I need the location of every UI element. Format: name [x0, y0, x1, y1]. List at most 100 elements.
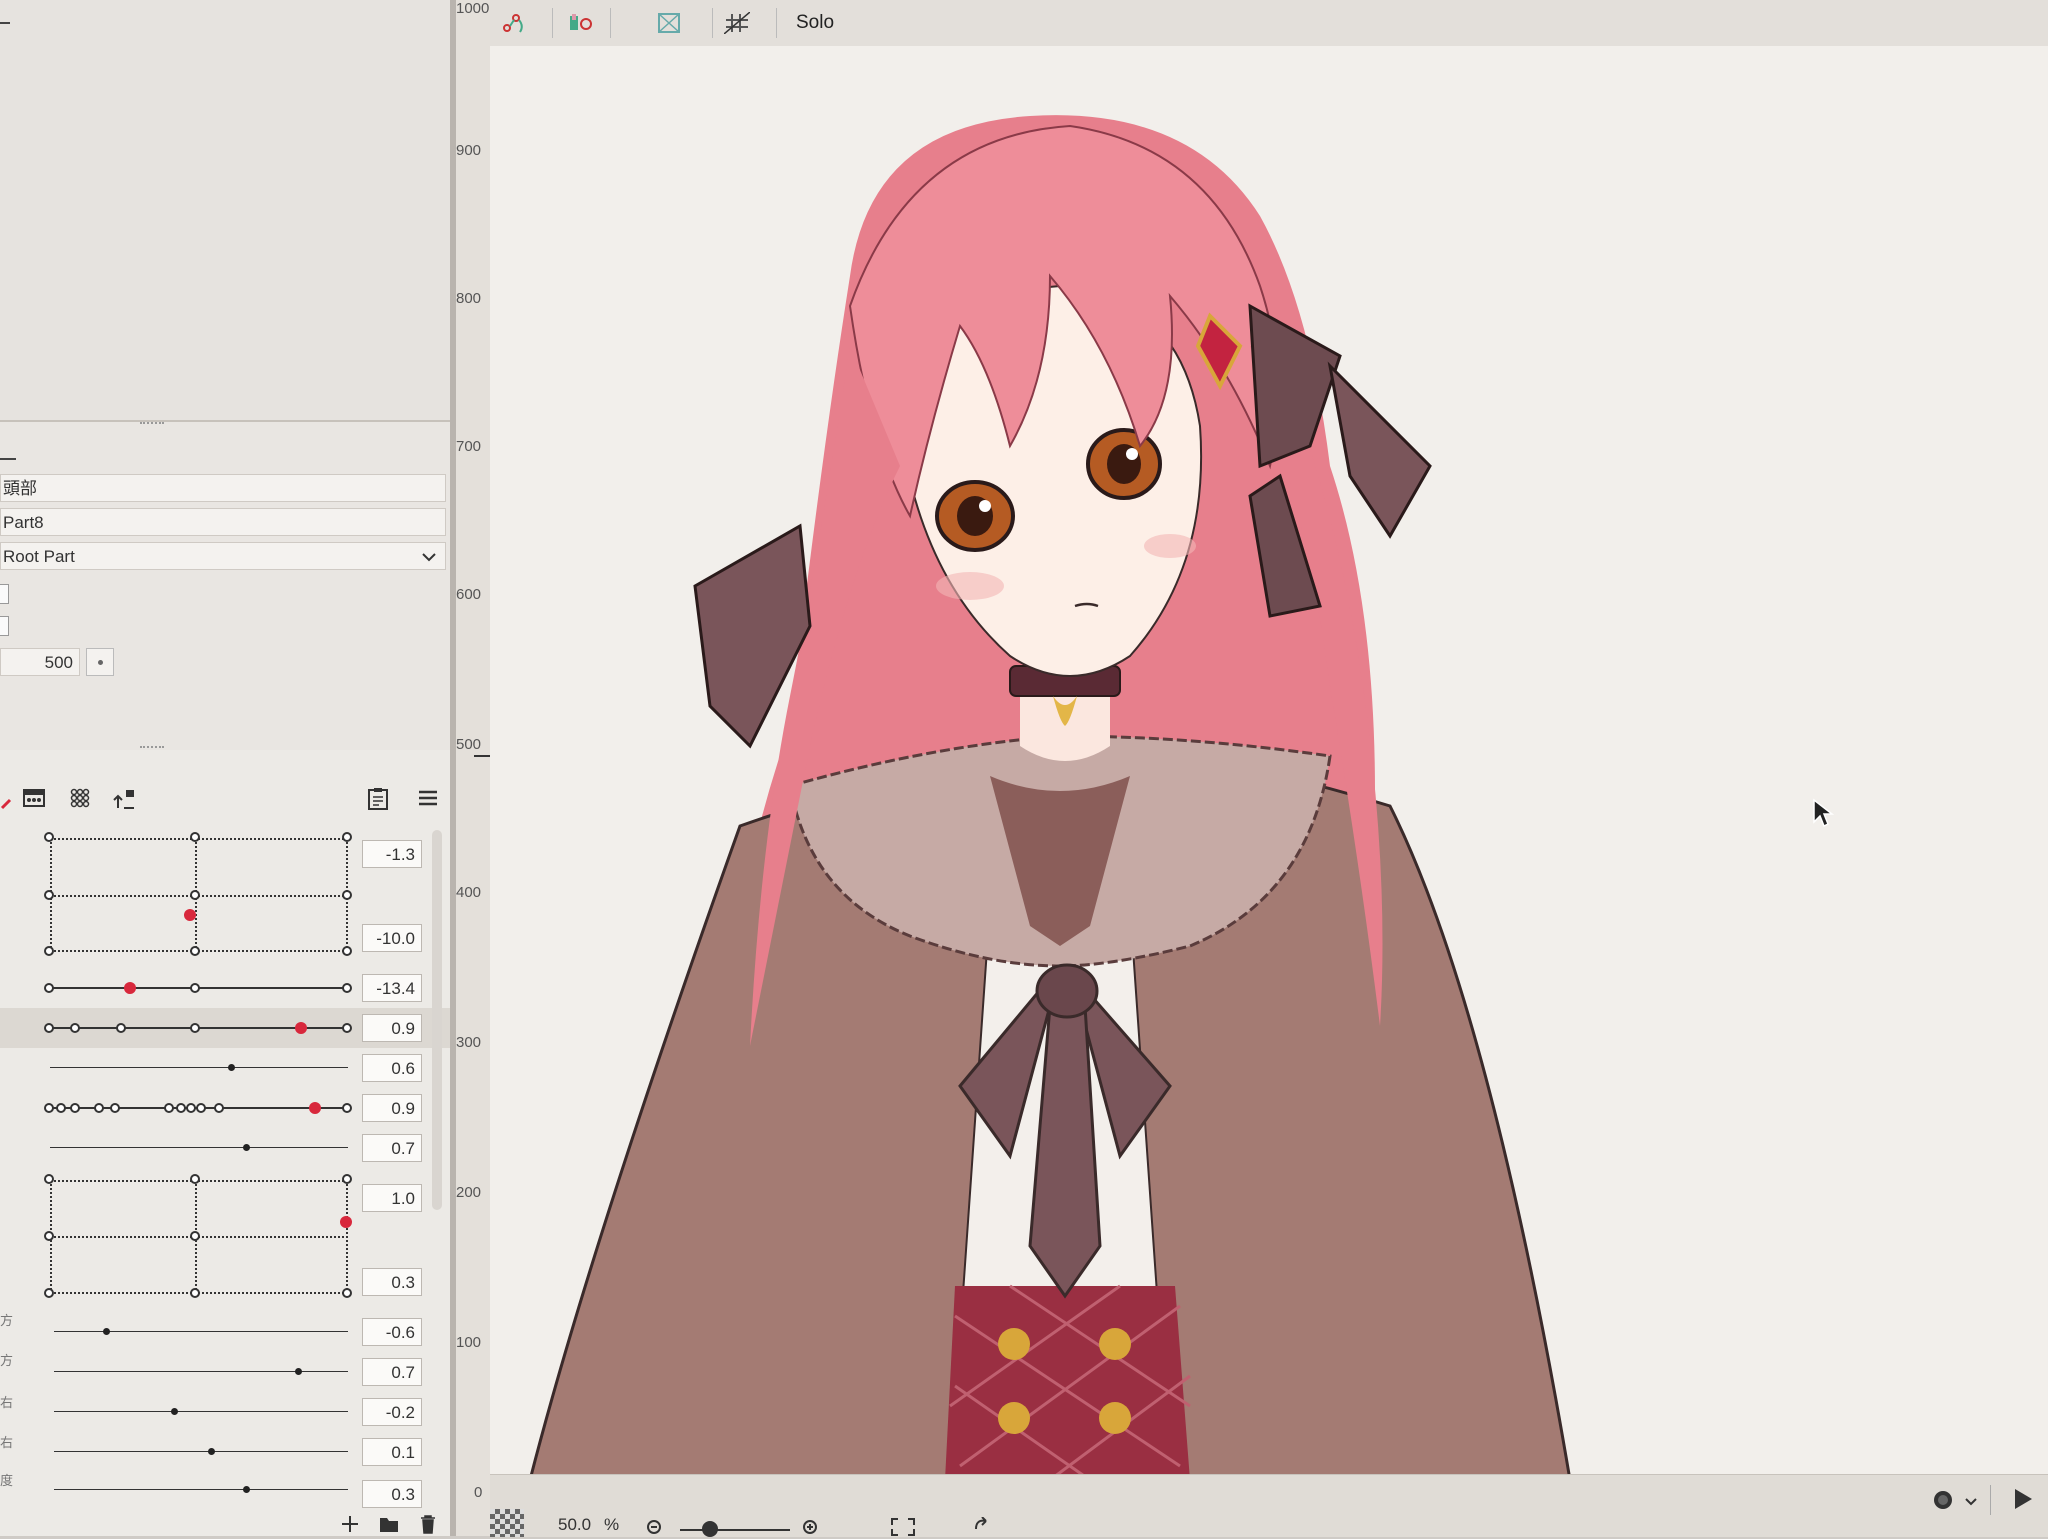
- slider-key[interactable]: [116, 1023, 126, 1033]
- order-reset-button[interactable]: [86, 648, 114, 676]
- viewport-canvas[interactable]: [490, 46, 2048, 1480]
- grid-1-key[interactable]: [190, 890, 200, 900]
- slider-key[interactable]: [186, 1103, 196, 1113]
- slider-key[interactable]: [56, 1103, 66, 1113]
- mesh-view-icon[interactable]: [656, 12, 682, 34]
- param-slider-track[interactable]: [50, 1067, 348, 1068]
- deformer-path-icon[interactable]: [502, 12, 528, 34]
- param-slider-track[interactable]: [54, 1331, 348, 1332]
- grid-1-key[interactable]: [44, 890, 54, 900]
- slider-key[interactable]: [70, 1103, 80, 1113]
- param-slider-track[interactable]: [50, 1147, 348, 1148]
- slider-key[interactable]: [110, 1103, 120, 1113]
- zoom-in-icon[interactable]: [802, 1519, 822, 1539]
- param-value-5[interactable]: 0.6: [362, 1054, 422, 1082]
- slider-key[interactable]: [94, 1103, 104, 1113]
- grid-1-key[interactable]: [190, 832, 200, 842]
- slider-key[interactable]: [214, 1103, 224, 1113]
- slider-key[interactable]: [164, 1103, 174, 1113]
- keys-grid-icon[interactable]: [68, 786, 92, 810]
- slider-key[interactable]: [70, 1023, 80, 1033]
- grid-2-key[interactable]: [44, 1288, 54, 1298]
- slider-handle[interactable]: [309, 1102, 321, 1114]
- grid-2-handle[interactable]: [340, 1216, 352, 1228]
- param-value-1[interactable]: -1.3: [362, 840, 422, 868]
- param-value-14[interactable]: 0.3: [362, 1480, 422, 1508]
- param-slider-track[interactable]: [54, 1489, 348, 1490]
- slider-key[interactable]: [342, 983, 352, 993]
- param-value-11[interactable]: 0.7: [362, 1358, 422, 1386]
- physics-icon[interactable]: [568, 12, 594, 34]
- parameter-scrollbar[interactable]: [432, 830, 442, 1210]
- grid-icon[interactable]: [724, 12, 750, 34]
- menu-icon[interactable]: [416, 786, 440, 810]
- part-name-field[interactable]: 頭部: [0, 474, 446, 502]
- parent-part-select[interactable]: Root Part: [0, 542, 446, 570]
- order-number-field[interactable]: 500: [0, 648, 80, 676]
- slider-handle[interactable]: [103, 1328, 110, 1335]
- slider-handle[interactable]: [295, 1022, 307, 1034]
- lock-link-icon[interactable]: [112, 786, 136, 810]
- record-icon[interactable]: [1932, 1489, 1954, 1511]
- slider-handle[interactable]: [243, 1144, 250, 1151]
- param-slider-track[interactable]: [54, 1411, 348, 1412]
- keyform-icon[interactable]: [22, 786, 46, 810]
- slider-handle[interactable]: [208, 1448, 215, 1455]
- solo-label[interactable]: Solo: [796, 12, 834, 34]
- param-value-13[interactable]: 0.1: [362, 1438, 422, 1466]
- slider-key[interactable]: [44, 1023, 54, 1033]
- param-value-3[interactable]: -13.4: [362, 974, 422, 1002]
- trash-icon[interactable]: [418, 1514, 438, 1534]
- folder-icon[interactable]: [378, 1514, 400, 1534]
- chevron-down-icon[interactable]: [1964, 1497, 1978, 1507]
- slider-handle[interactable]: [295, 1368, 302, 1375]
- grid-1-key[interactable]: [190, 946, 200, 956]
- grid-2-key[interactable]: [190, 1288, 200, 1298]
- part-id-field[interactable]: Part8: [0, 508, 446, 536]
- grid-2-key[interactable]: [190, 1231, 200, 1241]
- slider-key[interactable]: [342, 1103, 352, 1113]
- slider-key[interactable]: [190, 1023, 200, 1033]
- grid-2-key[interactable]: [44, 1231, 54, 1241]
- param-value-2[interactable]: -10.0: [362, 924, 422, 952]
- zoom-slider[interactable]: [680, 1529, 790, 1531]
- param-value-4[interactable]: 0.9: [362, 1014, 422, 1042]
- slider-handle[interactable]: [243, 1486, 250, 1493]
- param-value-10[interactable]: -0.6: [362, 1318, 422, 1346]
- grid-1-key[interactable]: [342, 890, 352, 900]
- grid-1-key[interactable]: [342, 946, 352, 956]
- slider-key[interactable]: [190, 983, 200, 993]
- grid-2-key[interactable]: [190, 1174, 200, 1184]
- param-value-6[interactable]: 0.9: [362, 1094, 422, 1122]
- slider-handle[interactable]: [171, 1408, 178, 1415]
- param-value-12[interactable]: -0.2: [362, 1398, 422, 1426]
- zoom-value[interactable]: 50.0: [558, 1515, 591, 1535]
- grid-2-key[interactable]: [342, 1288, 352, 1298]
- slider-key[interactable]: [196, 1103, 206, 1113]
- param-value-8[interactable]: 1.0: [362, 1184, 422, 1212]
- param-value-9[interactable]: 0.3: [362, 1268, 422, 1296]
- slider-key[interactable]: [342, 1023, 352, 1033]
- zoom-slider-thumb[interactable]: [702, 1521, 718, 1537]
- panel-resize-grip[interactable]: [140, 422, 164, 428]
- slider-key[interactable]: [176, 1103, 186, 1113]
- checkbox-2[interactable]: [0, 616, 9, 636]
- grid-1-key[interactable]: [44, 832, 54, 842]
- param-slider-track[interactable]: [54, 1371, 348, 1372]
- slider-handle[interactable]: [228, 1064, 235, 1071]
- param-slider-track[interactable]: [54, 1451, 348, 1452]
- checker-icon[interactable]: [490, 1509, 524, 1537]
- zoom-out-icon[interactable]: [646, 1519, 666, 1539]
- slider-key[interactable]: [44, 983, 54, 993]
- play-icon[interactable]: [2012, 1487, 2034, 1511]
- pen-icon[interactable]: [0, 786, 24, 810]
- rotate-icon[interactable]: [972, 1517, 996, 1537]
- slider-key[interactable]: [44, 1103, 54, 1113]
- checkbox-1[interactable]: [0, 584, 9, 604]
- clipboard-icon[interactable]: [366, 786, 390, 810]
- plus-icon[interactable]: [340, 1514, 360, 1534]
- slider-handle[interactable]: [124, 982, 136, 994]
- grid-2-key[interactable]: [342, 1174, 352, 1184]
- grid-1-handle[interactable]: [184, 909, 196, 921]
- fit-view-icon[interactable]: [890, 1517, 916, 1537]
